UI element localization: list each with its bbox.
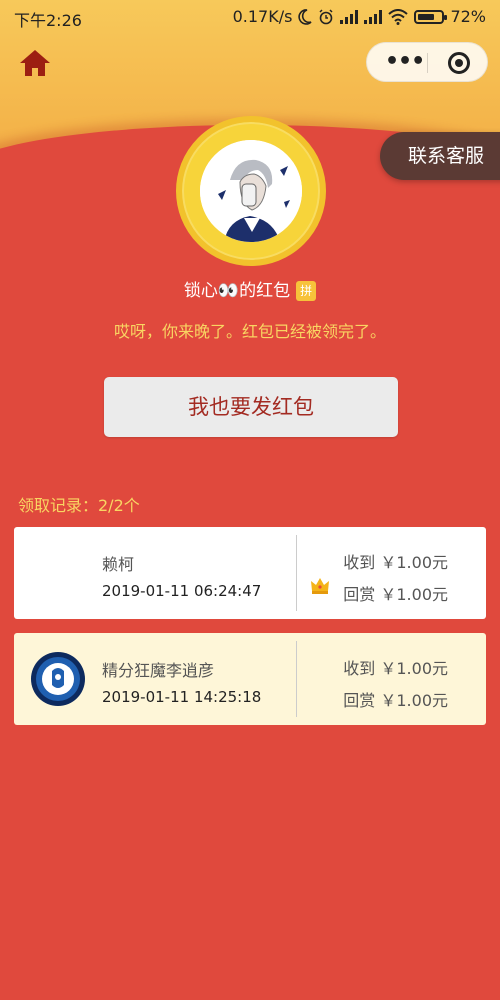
record-item[interactable]: 精分狂魔李逍彦 2019-01-11 14:25:18 收到 ￥1.00元 回赏… — [14, 633, 486, 725]
record-time: 2019-01-11 06:24:47 — [102, 582, 262, 600]
sender-avatar-ring — [176, 116, 326, 266]
sender-line: 锁心👀的红包拼 — [0, 276, 500, 301]
late-message: 哎呀，你来晚了。红包已经被领完了。 — [113, 322, 386, 341]
home-button[interactable] — [18, 48, 52, 78]
pin-badge: 拼 — [296, 281, 317, 301]
sender-name: 锁心👀的红包 — [183, 281, 291, 301]
status-bar: 下午2:26 0.17K/s 72% — [0, 0, 500, 34]
wifi-icon — [388, 8, 409, 25]
home-icon — [20, 50, 50, 76]
mini-program-capsule: ••• — [366, 42, 488, 82]
target-icon[interactable] — [448, 52, 470, 74]
more-dots-icon[interactable]: ••• — [385, 51, 425, 73]
record-divider — [296, 641, 297, 717]
contact-service-button[interactable]: 联系客服 — [380, 132, 500, 180]
moon-icon — [298, 8, 312, 25]
record-received: 收到 ￥1.00元 — [343, 659, 448, 678]
record-received: 收到 ￥1.00元 — [343, 553, 448, 572]
record-item[interactable]: 赖柯 2019-01-11 06:24:47 收到 ￥1.00元 回赏 ￥1.0… — [14, 527, 486, 619]
battery-icon — [414, 9, 448, 24]
capsule-divider — [427, 53, 428, 73]
record-avatar — [31, 652, 85, 706]
sender-avatar[interactable] — [200, 140, 302, 242]
net-speed: 0.17K/s — [232, 7, 293, 26]
records-title: 领取记录：2/2个 — [18, 496, 140, 515]
record-name: 赖柯 — [102, 555, 135, 574]
battery-percent: 72% — [450, 7, 486, 26]
status-time: 下午2:26 — [14, 11, 82, 30]
record-name: 精分狂魔李逍彦 — [102, 661, 215, 680]
send-red-packet-button[interactable]: 我也要发红包 — [104, 377, 398, 437]
crown-icon — [311, 578, 329, 594]
record-reward: 回赏 ￥1.00元 — [343, 585, 448, 604]
signal-icon-1 — [340, 9, 359, 24]
status-indicators: 0.17K/s 72% — [233, 7, 486, 26]
battery-level — [418, 13, 435, 20]
sender-avatar-image — [200, 140, 302, 242]
record-time: 2019-01-11 14:25:18 — [102, 688, 262, 706]
signal-icon-2 — [364, 9, 383, 24]
record-divider — [296, 535, 297, 611]
record-reward: 回赏 ￥1.00元 — [343, 691, 448, 710]
alarm-icon — [319, 8, 333, 24]
